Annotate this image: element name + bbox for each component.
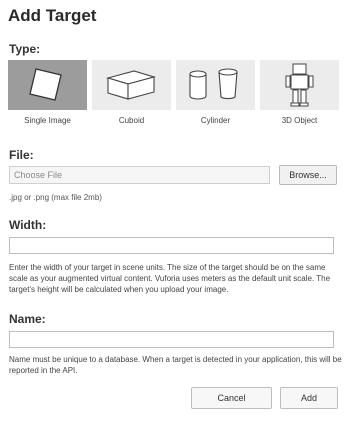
single-image-icon [29,68,62,101]
type-tile [260,60,339,110]
type-option-label: Cylinder [200,116,231,125]
type-option-label: Single Image [24,116,71,125]
type-option-label: Cuboid [118,116,145,125]
width-label: Width: [9,218,47,232]
type-tile [8,60,87,110]
width-input[interactable] [9,237,334,254]
name-help-text: Name must be unique to a database. When … [9,355,342,375]
type-option-cylinder[interactable]: Cylinder [176,60,255,130]
file-hint: .jpg or .png (max file 2mb) [9,193,102,202]
type-label: Type: [9,42,41,56]
target-type-selector: Single Image Cuboid Cylinder 3D Object [8,60,346,130]
dialog-title: Add Target [8,6,97,25]
type-option-3d-object[interactable]: 3D Object [260,60,339,130]
name-input[interactable] [9,331,334,348]
type-option-single-image[interactable]: Single Image [8,60,87,130]
file-input[interactable]: Choose File [9,166,270,184]
file-label: File: [9,148,34,162]
3d-object-icon [285,63,314,107]
type-option-cuboid[interactable]: Cuboid [92,60,171,130]
cancel-button[interactable]: Cancel [191,387,272,409]
width-help-text: Enter the width of your target in scene … [9,263,331,294]
type-tile [92,60,171,110]
type-tile [176,60,255,110]
cuboid-icon [105,70,157,100]
browse-button[interactable]: Browse... [279,165,337,185]
name-label: Name: [9,312,46,326]
add-button[interactable]: Add [280,387,338,409]
cylinder-icon [189,68,238,100]
type-option-label: 3D Object [281,116,318,125]
